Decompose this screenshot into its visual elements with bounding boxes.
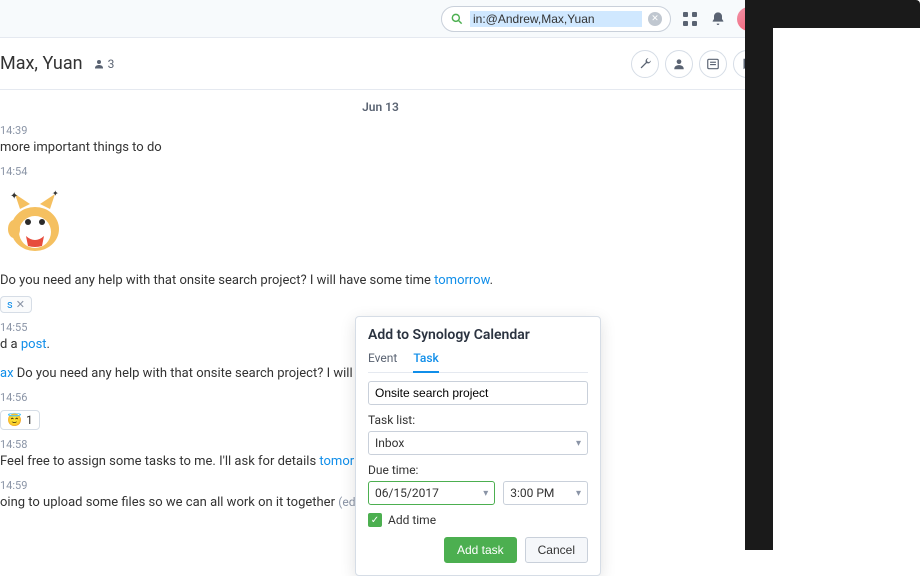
chevron-down-icon: ▾ bbox=[483, 488, 488, 499]
monitor-frame bbox=[745, 0, 773, 550]
tasklist-select[interactable]: Inbox ▾ bbox=[368, 431, 588, 455]
monitor-frame-top bbox=[745, 0, 920, 28]
cancel-button[interactable]: Cancel bbox=[525, 537, 588, 563]
duetime-label: Due time: bbox=[368, 463, 588, 477]
message-timestamp: 14:54 bbox=[0, 165, 761, 178]
svg-text:✦: ✦ bbox=[10, 191, 18, 202]
tab-task[interactable]: Task bbox=[413, 351, 438, 373]
tab-event[interactable]: Event bbox=[368, 351, 397, 372]
details-button[interactable] bbox=[699, 50, 727, 78]
chat-header: Max, Yuan 3 bbox=[0, 38, 773, 90]
date-divider: Jun 13 bbox=[0, 100, 761, 114]
svg-text:✦: ✦ bbox=[52, 189, 59, 198]
person-icon bbox=[93, 58, 105, 70]
message-text: Do you need any help with that onsite se… bbox=[0, 272, 761, 290]
person-icon bbox=[672, 57, 686, 71]
clear-search-button[interactable]: ✕ bbox=[648, 12, 662, 26]
add-task-button[interactable]: Add task bbox=[444, 537, 517, 563]
mention-link[interactable]: ax bbox=[0, 366, 14, 381]
tag-chip[interactable]: s ✕ bbox=[0, 296, 32, 313]
add-time-checkbox[interactable]: ✓ Add time bbox=[368, 513, 588, 527]
wrench-icon bbox=[638, 57, 652, 71]
chat-title: Max, Yuan bbox=[0, 53, 83, 74]
sticker-image: ✦ ✦ bbox=[0, 184, 70, 254]
popover-tabs: Event Task bbox=[368, 351, 588, 373]
close-icon[interactable]: ✕ bbox=[16, 298, 25, 311]
link-post[interactable]: post bbox=[21, 337, 47, 352]
chevron-down-icon: ▾ bbox=[576, 488, 581, 499]
popover-title: Add to Synology Calendar bbox=[368, 327, 588, 343]
link-tomorrow[interactable]: tomorrow bbox=[434, 273, 489, 288]
apps-icon[interactable] bbox=[681, 10, 699, 28]
due-time-select[interactable]: 3:00 PM ▾ bbox=[503, 481, 588, 505]
reaction-chip[interactable]: 😇 1 bbox=[0, 410, 40, 430]
settings-button[interactable] bbox=[631, 50, 659, 78]
member-count: 3 bbox=[93, 57, 115, 71]
due-date-select[interactable]: 06/15/2017 ▾ bbox=[368, 481, 495, 505]
checkbox-checked-icon: ✓ bbox=[368, 513, 382, 527]
search-input[interactable] bbox=[470, 11, 642, 27]
add-to-calendar-popover: Add to Synology Calendar Event Task Task… bbox=[355, 316, 601, 576]
search-icon bbox=[450, 12, 464, 26]
topbar: ✕ bbox=[0, 0, 773, 38]
message-text: more important things to do bbox=[0, 139, 761, 157]
chevron-down-icon: ▾ bbox=[576, 438, 581, 449]
members-button[interactable] bbox=[665, 50, 693, 78]
tasklist-label: Task list: bbox=[368, 413, 588, 427]
task-name-input[interactable] bbox=[368, 381, 588, 405]
message-timestamp: 14:39 bbox=[0, 124, 761, 137]
search-field[interactable]: ✕ bbox=[441, 6, 671, 32]
emoji-icon: 😇 bbox=[7, 413, 22, 427]
background bbox=[773, 28, 920, 550]
list-icon bbox=[706, 57, 720, 71]
notifications-icon[interactable] bbox=[709, 10, 727, 28]
